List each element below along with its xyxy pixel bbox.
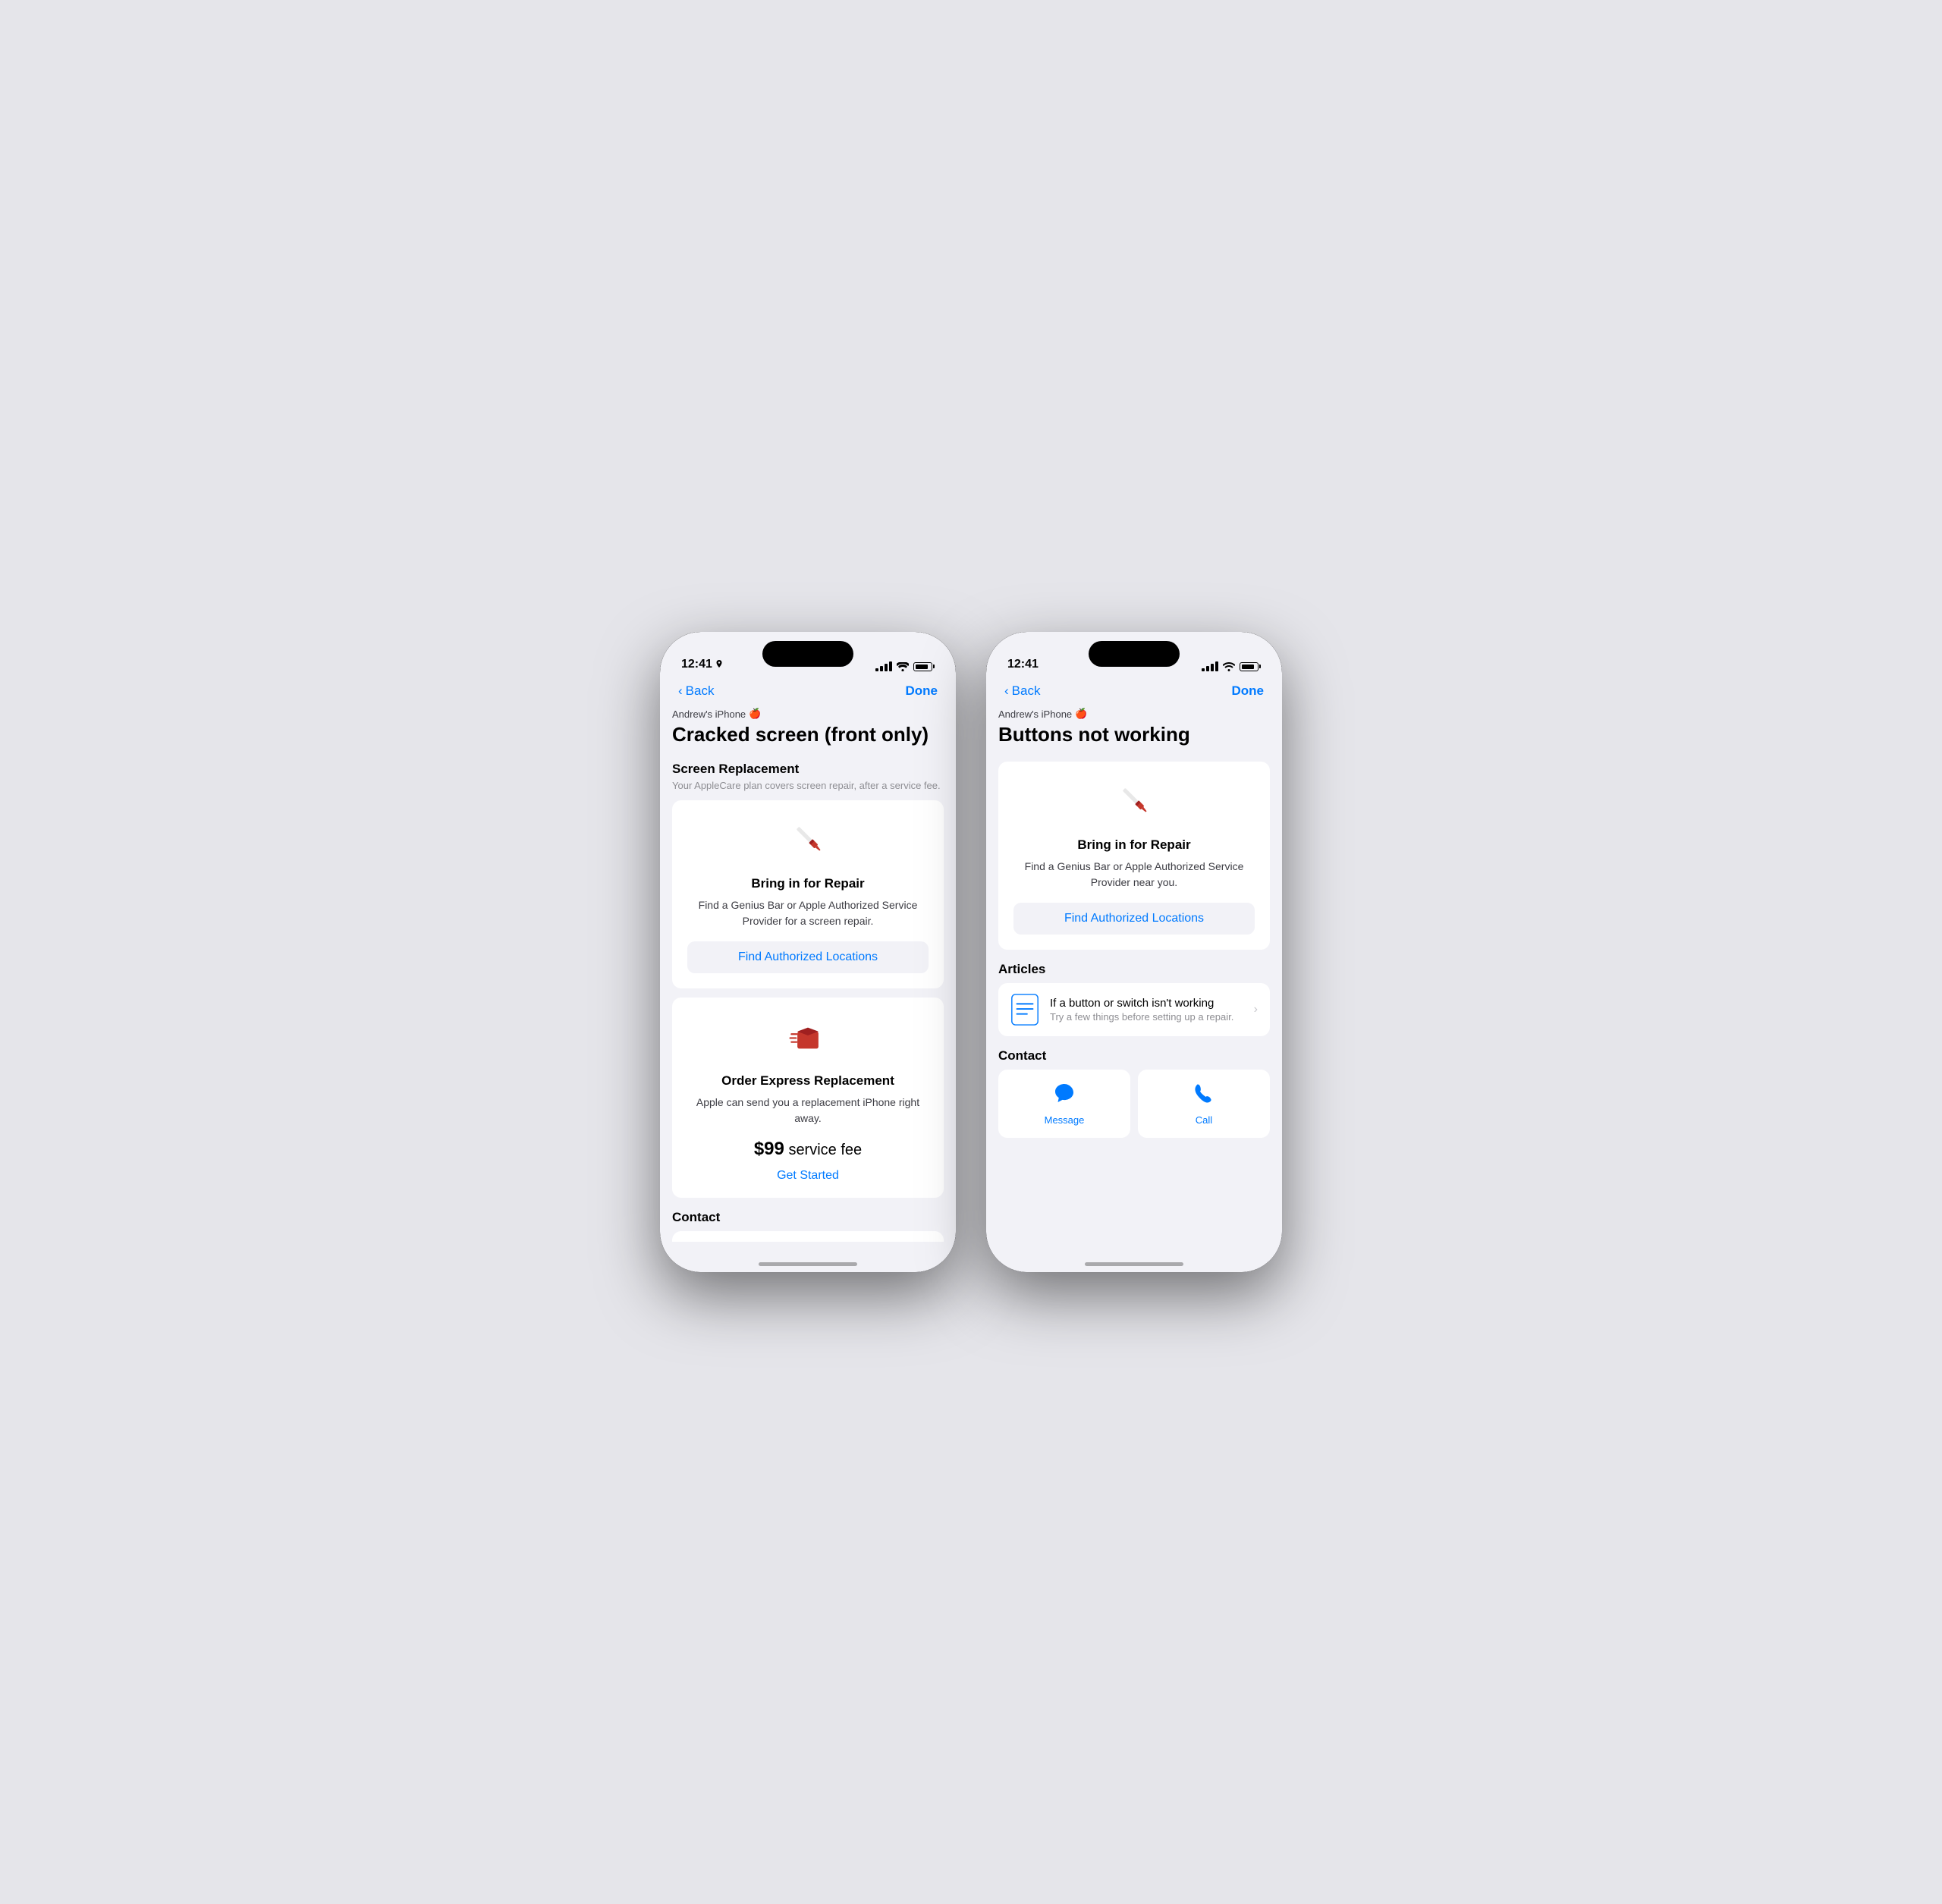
- scroll-area-2[interactable]: Andrew's iPhone 🍎 Buttons not working: [986, 708, 1282, 1242]
- back-button-2[interactable]: ‹ Back: [1004, 683, 1040, 699]
- express-replacement-card: Order Express Replacement Apple can send…: [672, 998, 944, 1198]
- article-item-1[interactable]: If a button or switch isn't working Try …: [998, 983, 1270, 1036]
- article-doc-icon: [1010, 994, 1039, 1026]
- phone-2: 12:41: [986, 632, 1282, 1272]
- screwdriver-icon-2: [1114, 780, 1154, 819]
- content-1: ‹ Back Done Andrew's iPhone 🍎 Cracked sc…: [660, 677, 956, 1272]
- phone-1: 12:41: [660, 632, 956, 1272]
- done-button-1[interactable]: Done: [906, 683, 938, 699]
- status-icons-2: [1202, 661, 1261, 671]
- bring-in-repair-title: Bring in for Repair: [687, 876, 929, 891]
- call-card-2[interactable]: Call: [1138, 1070, 1270, 1138]
- nav-bar-1: ‹ Back Done: [660, 677, 956, 708]
- message-card[interactable]: Message: [998, 1070, 1130, 1138]
- status-time-1: 12:41: [681, 658, 723, 671]
- message-icon: [1053, 1082, 1076, 1104]
- bring-in-repair-card-2: Bring in for Repair Find a Genius Bar or…: [998, 762, 1270, 950]
- screen-replacement-title: Screen Replacement: [672, 762, 944, 777]
- bring-in-repair-card: Bring in for Repair Find a Genius Bar or…: [672, 800, 944, 988]
- page-title-2: Buttons not working: [998, 723, 1270, 746]
- express-title: Order Express Replacement: [687, 1073, 929, 1089]
- contact-title-2: Contact: [998, 1048, 1270, 1064]
- contact-grid-2: Message Call: [998, 1070, 1270, 1138]
- location-icon: [715, 660, 723, 669]
- screen-replacement-subtitle: Your AppleCare plan covers screen repair…: [672, 780, 944, 791]
- battery-icon-1: [913, 662, 935, 671]
- signal-bars-1: [875, 661, 892, 671]
- articles-list: If a button or switch isn't working Try …: [998, 983, 1270, 1036]
- wifi-icon-2: [1223, 662, 1235, 671]
- device-label-1: Andrew's iPhone 🍎: [672, 708, 944, 720]
- device-label-2: Andrew's iPhone 🍎: [998, 708, 1270, 720]
- price-text: $99 service fee: [687, 1139, 929, 1160]
- bring-in-repair-desc-2: Find a Genius Bar or Apple Authorized Se…: [1013, 859, 1255, 891]
- bring-in-repair-desc: Find a Genius Bar or Apple Authorized Se…: [687, 897, 929, 929]
- home-indicator-1: [759, 1262, 857, 1266]
- dynamic-island-2: [1089, 641, 1180, 667]
- home-indicator-2: [1085, 1262, 1183, 1266]
- wifi-icon-1: [897, 662, 909, 671]
- screwdriver-icon-1: [788, 818, 828, 858]
- articles-title: Articles: [998, 962, 1270, 977]
- message-label: Message: [1010, 1114, 1118, 1126]
- done-button-2[interactable]: Done: [1232, 683, 1265, 699]
- contact-title-1: Contact: [672, 1210, 944, 1225]
- find-locations-button-1[interactable]: Find Authorized Locations: [687, 941, 929, 973]
- call-label-2: Call: [1150, 1114, 1258, 1126]
- scroll-area-1[interactable]: Andrew's iPhone 🍎 Cracked screen (front …: [660, 708, 956, 1242]
- dynamic-island-1: [762, 641, 853, 667]
- article-text-1: If a button or switch isn't working Try …: [1050, 997, 1243, 1023]
- nav-bar-2: ‹ Back Done: [986, 677, 1282, 708]
- get-started-button[interactable]: Get Started: [687, 1169, 929, 1183]
- article-chevron-1: ›: [1254, 1003, 1258, 1016]
- find-locations-button-2[interactable]: Find Authorized Locations: [1013, 903, 1255, 935]
- bring-in-repair-title-2: Bring in for Repair: [1013, 837, 1255, 853]
- battery-icon-2: [1240, 662, 1261, 671]
- signal-bars-2: [1202, 661, 1218, 671]
- contact-grid-1: Call: [672, 1231, 944, 1242]
- page-title-1: Cracked screen (front only): [672, 723, 944, 746]
- back-button-1[interactable]: ‹ Back: [678, 683, 714, 699]
- phone-icon-2: [1193, 1082, 1215, 1104]
- box-icon-1: [788, 1016, 828, 1055]
- content-2: ‹ Back Done Andrew's iPhone 🍎 Buttons no…: [986, 677, 1282, 1272]
- status-time-2: 12:41: [1007, 658, 1039, 671]
- express-desc: Apple can send you a replacement iPhone …: [687, 1095, 929, 1126]
- status-icons-1: [875, 661, 935, 671]
- call-card-1[interactable]: Call: [672, 1231, 944, 1242]
